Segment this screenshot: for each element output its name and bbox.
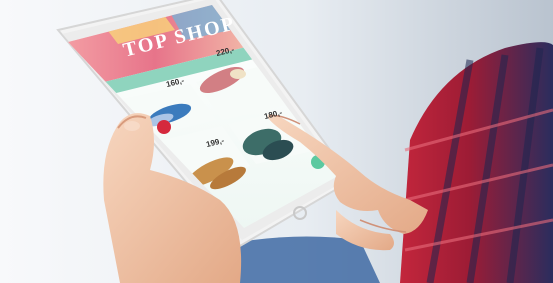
photo-illustration: [0, 0, 553, 283]
photo-scene: TOP SHOP 220,- 160,- 199,- 180,-: [0, 0, 553, 283]
